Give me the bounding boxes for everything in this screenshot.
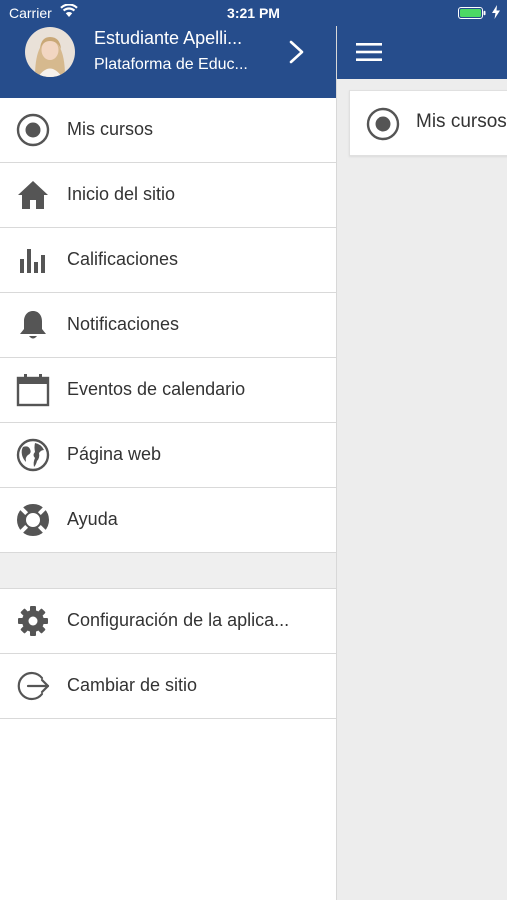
menu-item-mis-cursos[interactable]: Mis cursos	[0, 98, 336, 163]
menu-item-cambiar-de-sitio[interactable]: Cambiar de sitio	[0, 654, 336, 719]
menu-item-label: Configuración de la aplica...	[67, 610, 290, 630]
menu-item-ayuda[interactable]: Ayuda	[0, 488, 336, 553]
bar-chart-icon	[20, 249, 45, 273]
chevron-right-icon	[289, 40, 304, 64]
side-menu: Estudiante Apelli... Plataforma de Educ.…	[0, 0, 337, 900]
menu-item-pagina-web[interactable]: Página web	[0, 423, 336, 488]
menu-item-inicio-del-sitio[interactable]: Inicio del sitio	[0, 163, 336, 228]
globe-icon	[16, 438, 50, 472]
menu-item-calificaciones[interactable]: Calificaciones	[0, 228, 336, 293]
menu-item-label: Página web	[67, 444, 162, 464]
home-icon	[18, 181, 48, 209]
menu-item-notificaciones[interactable]: Notificaciones	[0, 293, 336, 358]
menu-item-label: Notificaciones	[67, 314, 180, 334]
course-card-label: Mis cursos	[416, 111, 507, 132]
menu-item-label: Mis cursos	[67, 119, 154, 139]
target-icon	[366, 107, 400, 141]
hamburger-menu-icon[interactable]	[356, 42, 382, 62]
course-card[interactable]: Mis cursos	[349, 90, 507, 156]
menu-item-eventos-de-calendario[interactable]: Eventos de calendario	[0, 358, 336, 423]
menu-item-label: Ayuda	[67, 509, 118, 529]
lifebuoy-icon	[17, 504, 49, 536]
status-time: 3:21 PM	[227, 5, 280, 21]
main-content	[337, 79, 507, 900]
battery-icon	[458, 7, 486, 19]
avatar	[25, 27, 75, 77]
menu-item-configuracion[interactable]: Configuración de la aplica...	[0, 589, 336, 654]
menu-divider	[0, 553, 336, 589]
menu-item-label: Cambiar de sitio	[67, 675, 198, 695]
logout-icon	[17, 671, 50, 701]
menu-list: Mis cursos Inicio del sitio Calificacion…	[0, 98, 336, 719]
user-name: Estudiante Apelli...	[94, 28, 243, 48]
calendar-icon	[16, 374, 50, 407]
menu-item-label: Calificaciones	[67, 249, 179, 269]
status-bar: Carrier 3:21 PM	[0, 0, 507, 26]
charging-icon	[492, 5, 500, 19]
bell-icon	[20, 311, 46, 339]
site-name: Plataforma de Educ...	[94, 56, 248, 73]
gear-icon	[18, 606, 48, 636]
target-icon	[16, 113, 50, 147]
menu-item-label: Inicio del sitio	[67, 184, 176, 204]
menu-item-label: Eventos de calendario	[67, 379, 246, 399]
